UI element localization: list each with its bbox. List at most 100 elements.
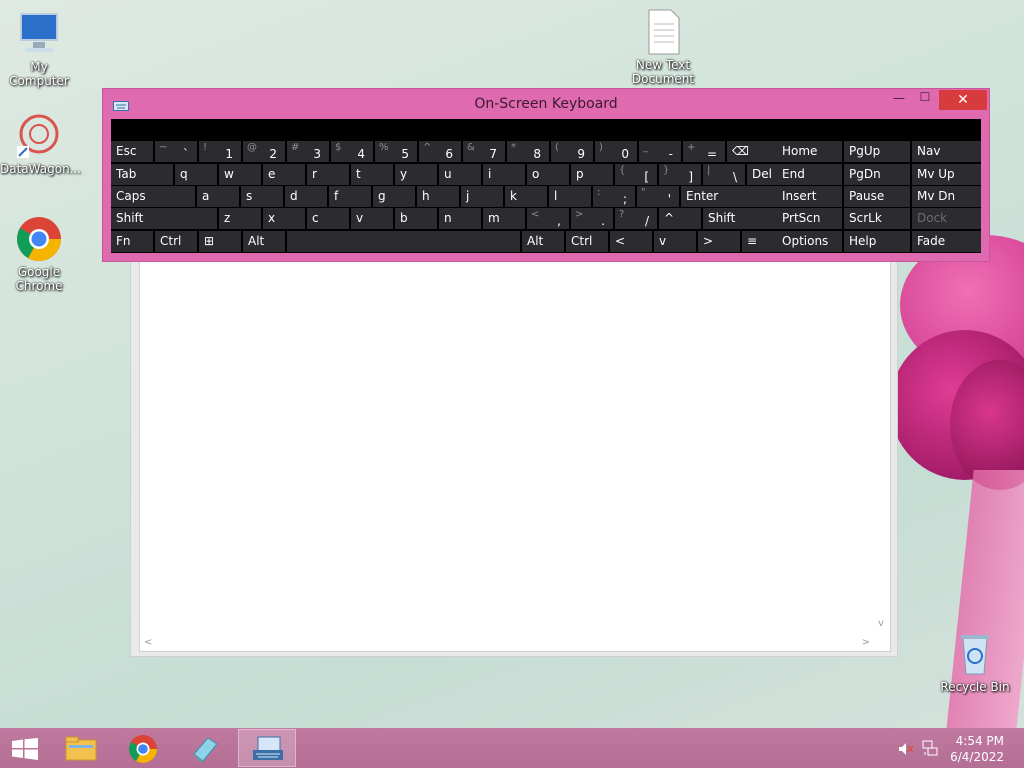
key-f[interactable]: f — [329, 186, 371, 207]
nav-key-end[interactable]: End — [777, 164, 842, 185]
key-s[interactable]: s — [241, 186, 283, 207]
scroll-left-icon[interactable]: < — [144, 637, 152, 648]
key-k[interactable]: k — [505, 186, 547, 207]
desktop-icon-google-chrome[interactable]: Google Chrome — [0, 215, 78, 293]
key-n[interactable]: n — [439, 208, 481, 229]
key-symbol[interactable]: ⊞ — [199, 231, 241, 252]
network-icon[interactable] — [922, 740, 938, 760]
key-w[interactable]: w — [219, 164, 261, 185]
nav-key-pgdn[interactable]: PgDn — [844, 164, 910, 185]
key-y[interactable]: y — [395, 164, 437, 185]
key-6[interactable]: ^ 6 — [419, 141, 461, 162]
key-tab[interactable]: Tab — [111, 164, 173, 185]
key-symbol[interactable]: <, — [527, 208, 569, 229]
key-2[interactable]: @2 — [243, 141, 285, 162]
osk-title-bar[interactable]: On-Screen Keyboard — ☐ ✕ — [103, 89, 989, 119]
key-v[interactable]: v — [351, 208, 393, 229]
key-4[interactable]: $4 — [331, 141, 373, 162]
nav-key-insert[interactable]: Insert — [777, 186, 842, 207]
desktop-icon-datawagon[interactable]: DataWagon... — [0, 112, 81, 176]
key-5[interactable]: % 5 — [375, 141, 417, 162]
key-esc[interactable]: Esc — [111, 141, 153, 162]
key-e[interactable]: e — [263, 164, 305, 185]
key-v[interactable]: v — [654, 231, 696, 252]
key-0[interactable]: ) 0 — [595, 141, 637, 162]
key-b[interactable]: b — [395, 208, 437, 229]
key-symbol[interactable]: {[ — [615, 164, 657, 185]
key-symbol[interactable]: > — [698, 231, 740, 252]
notepad-text-area[interactable]: v < > — [139, 260, 891, 652]
key-alt[interactable]: Alt — [522, 231, 564, 252]
key-g[interactable]: g — [373, 186, 415, 207]
taskbar-file-explorer[interactable] — [52, 729, 110, 767]
key-symbol[interactable]: + = — [683, 141, 725, 162]
key-ctrl[interactable]: Ctrl — [566, 231, 608, 252]
scroll-right-icon[interactable]: > — [862, 637, 870, 648]
key-c[interactable]: c — [307, 208, 349, 229]
key-symbol[interactable]: ^ — [659, 208, 701, 229]
key-o[interactable]: o — [527, 164, 569, 185]
key-fn[interactable]: Fn — [111, 231, 153, 252]
key-symbol[interactable]: " ' — [637, 186, 679, 207]
key-d[interactable]: d — [285, 186, 327, 207]
close-button[interactable]: ✕ — [939, 90, 987, 110]
maximize-button[interactable]: ☐ — [913, 90, 937, 110]
horizontal-scrollbar[interactable]: < > — [140, 635, 874, 651]
nav-key-nav[interactable]: Nav — [912, 141, 981, 162]
key-symbol[interactable]: :; — [593, 186, 635, 207]
desktop-icon-my-computer[interactable]: My Computer — [0, 10, 78, 88]
nav-key-options[interactable]: Options — [777, 231, 842, 252]
key-symbol[interactable]: ~ ` — [155, 141, 197, 162]
key-symbol[interactable]: }] — [659, 164, 701, 185]
nav-key-pause[interactable]: Pause — [844, 186, 910, 207]
nav-key-mv-up[interactable]: Mv Up — [912, 164, 981, 185]
nav-key-pgup[interactable]: PgUp — [844, 141, 910, 162]
key-p[interactable]: p — [571, 164, 613, 185]
key-a[interactable]: a — [197, 186, 239, 207]
key-m[interactable]: m — [483, 208, 525, 229]
key-symbol[interactable]: >. — [571, 208, 613, 229]
key-t[interactable]: t — [351, 164, 393, 185]
key-l[interactable]: l — [549, 186, 591, 207]
key-ctrl[interactable]: Ctrl — [155, 231, 197, 252]
key-h[interactable]: h — [417, 186, 459, 207]
key-symbol[interactable]: _ - — [639, 141, 681, 162]
key-8[interactable]: * 8 — [507, 141, 549, 162]
key-label: Insert — [782, 189, 817, 203]
nav-key-fade[interactable]: Fade — [912, 231, 981, 252]
system-clock[interactable]: 4:54 PM 6/4/2022 — [950, 733, 1004, 765]
key-j[interactable]: j — [461, 186, 503, 207]
key-shift[interactable]: Shift — [111, 208, 217, 229]
taskbar-chrome[interactable] — [114, 729, 172, 767]
nav-key-prtscn[interactable]: PrtScn — [777, 208, 842, 229]
key-q[interactable]: q — [175, 164, 217, 185]
desktop-icon-new-text-document[interactable]: New Text Document — [624, 8, 702, 86]
nav-key-home[interactable]: Home — [777, 141, 842, 162]
key-r[interactable]: r — [307, 164, 349, 185]
key-space[interactable] — [287, 231, 520, 252]
key-x[interactable]: x — [263, 208, 305, 229]
key-3[interactable]: #3 — [287, 141, 329, 162]
vertical-scrollbar[interactable]: v — [874, 261, 890, 633]
key-symbol[interactable]: < — [610, 231, 652, 252]
key-symbol[interactable]: | \ — [703, 164, 745, 185]
minimize-button[interactable]: — — [887, 91, 911, 111]
key-1[interactable]: ! 1 — [199, 141, 241, 162]
scroll-down-icon[interactable]: v — [878, 618, 884, 629]
start-button[interactable] — [0, 729, 48, 767]
volume-muted-icon[interactable] — [898, 741, 914, 760]
nav-key-mv-dn[interactable]: Mv Dn — [912, 186, 981, 207]
key-9[interactable]: (9 — [551, 141, 593, 162]
key-7[interactable]: & 7 — [463, 141, 505, 162]
taskbar-notepad[interactable] — [176, 729, 234, 767]
key-alt[interactable]: Alt — [243, 231, 285, 252]
key-i[interactable]: i — [483, 164, 525, 185]
desktop-icon-recycle-bin[interactable]: Recycle Bin — [936, 630, 1014, 694]
key-caps[interactable]: Caps — [111, 186, 195, 207]
taskbar-on-screen-keyboard[interactable] — [238, 729, 296, 767]
nav-key-scrlk[interactable]: ScrLk — [844, 208, 910, 229]
key-symbol[interactable]: ? / — [615, 208, 657, 229]
nav-key-help[interactable]: Help — [844, 231, 910, 252]
key-u[interactable]: u — [439, 164, 481, 185]
key-z[interactable]: z — [219, 208, 261, 229]
